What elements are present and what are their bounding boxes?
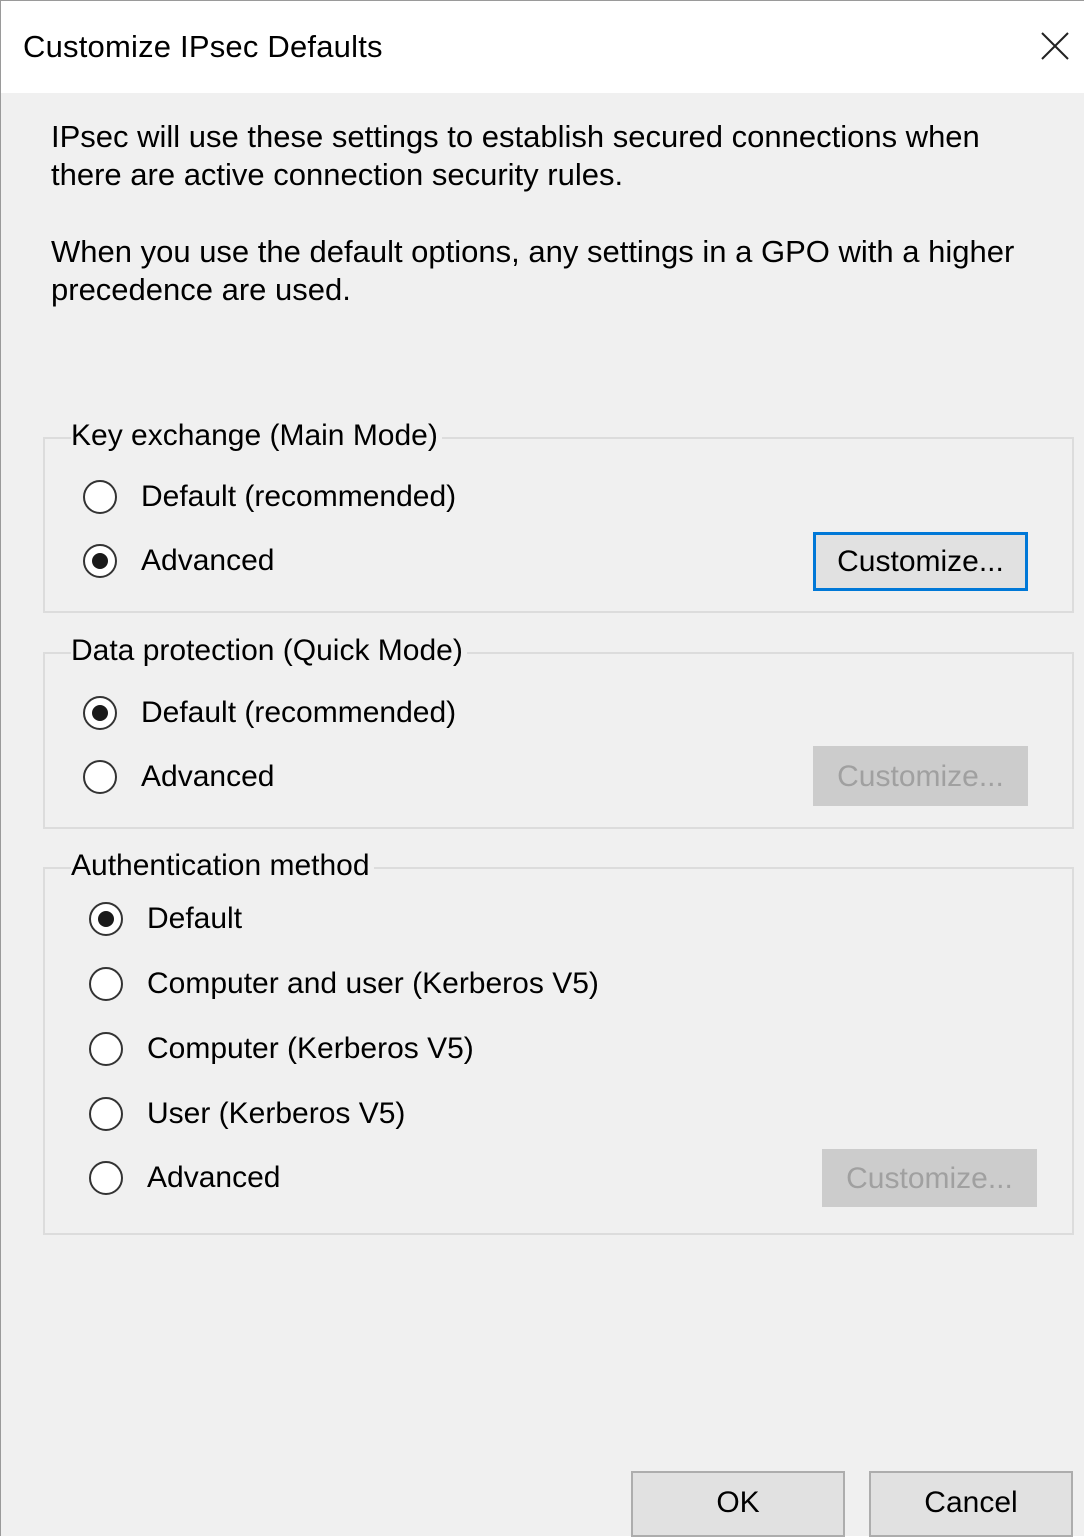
auth-default-radio[interactable]: Default	[89, 900, 389, 940]
customize-ipsec-dialog: Customize IPsec Defaults IPsec will use …	[0, 0, 1084, 1537]
radio-button[interactable]	[83, 544, 117, 578]
key-exchange-customize-button[interactable]: Customize...	[813, 532, 1028, 591]
radio-button[interactable]	[89, 1161, 123, 1195]
dialog-title: Customize IPsec Defaults	[23, 29, 383, 64]
auth-computer-and-user-radio[interactable]: Computer and user (Kerberos V5)	[89, 965, 649, 1005]
radio-button[interactable]	[83, 480, 117, 514]
auth-computer-radio[interactable]: Computer (Kerberos V5)	[89, 1030, 529, 1070]
radio-label: Advanced	[141, 760, 275, 793]
ok-button[interactable]: OK	[631, 1471, 845, 1537]
radio-button[interactable]	[89, 967, 123, 1001]
data-protection-default-radio[interactable]: Default (recommended)	[83, 694, 543, 734]
close-icon	[1041, 32, 1069, 60]
radio-label: Computer (Kerberos V5)	[147, 1032, 474, 1065]
cancel-button[interactable]: Cancel	[869, 1471, 1073, 1537]
key-exchange-advanced-radio[interactable]: Advanced	[83, 542, 383, 582]
data-protection-customize-button[interactable]: Customize...	[813, 746, 1028, 806]
key-exchange-legend: Key exchange (Main Mode)	[71, 419, 442, 453]
radio-button[interactable]	[89, 1097, 123, 1131]
close-button[interactable]	[1028, 15, 1084, 75]
key-exchange-default-radio[interactable]: Default (recommended)	[83, 478, 543, 518]
radio-label: Advanced	[141, 544, 275, 577]
radio-label: Advanced	[147, 1161, 281, 1194]
radio-label: User (Kerberos V5)	[147, 1097, 406, 1130]
authentication-legend: Authentication method	[71, 849, 374, 883]
authentication-customize-button[interactable]: Customize...	[822, 1149, 1037, 1207]
radio-button[interactable]	[89, 1032, 123, 1066]
data-protection-legend: Data protection (Quick Mode)	[71, 634, 467, 668]
radio-button[interactable]	[83, 760, 117, 794]
intro-text-1: IPsec will use these settings to establi…	[51, 119, 980, 192]
data-protection-advanced-radio[interactable]: Advanced	[83, 758, 383, 798]
intro-text-2: When you use the default options, any se…	[51, 234, 1015, 307]
radio-label: Default (recommended)	[141, 696, 457, 729]
auth-user-radio[interactable]: User (Kerberos V5)	[89, 1095, 469, 1135]
auth-advanced-radio[interactable]: Advanced	[89, 1159, 389, 1199]
radio-label: Default	[147, 902, 243, 935]
title-bar: Customize IPsec Defaults	[1, 1, 1084, 93]
radio-button[interactable]	[89, 902, 123, 936]
radio-label: Computer and user (Kerberos V5)	[147, 967, 599, 1000]
radio-button[interactable]	[83, 696, 117, 730]
radio-label: Default (recommended)	[141, 480, 457, 513]
